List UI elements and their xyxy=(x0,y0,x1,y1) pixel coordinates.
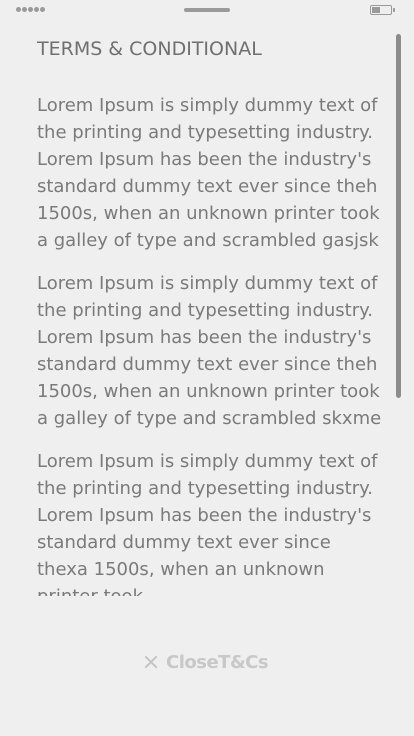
terms-content[interactable]: TERMS & CONDITIONAL Lorem Ipsum is simpl… xyxy=(37,36,382,596)
signal-dots-icon xyxy=(16,7,45,12)
close-terms-button[interactable]: CloseT&Cs xyxy=(144,650,269,674)
scrollbar[interactable] xyxy=(396,34,401,398)
battery-icon xyxy=(370,5,395,15)
terms-paragraph: Lorem Ipsum is simply dummy text of the … xyxy=(37,451,378,596)
notch-handle-icon xyxy=(184,8,230,12)
status-bar xyxy=(0,0,414,22)
terms-screen: TERMS & CONDITIONAL Lorem Ipsum is simpl… xyxy=(0,0,414,736)
signal-dot xyxy=(22,7,27,12)
terms-paragraph: Lorem Ipsum is simply dummy text of the … xyxy=(37,95,380,251)
terms-paragraph: Lorem Ipsum is simply dummy text of the … xyxy=(37,273,382,429)
signal-dot xyxy=(40,7,45,12)
signal-dot xyxy=(16,7,21,12)
signal-dot xyxy=(28,7,33,12)
close-icon xyxy=(144,655,158,669)
page-title: TERMS & CONDITIONAL xyxy=(37,38,262,60)
battery-level-fill xyxy=(372,7,380,13)
signal-dot xyxy=(34,7,39,12)
close-button-label: CloseT&Cs xyxy=(166,651,269,673)
